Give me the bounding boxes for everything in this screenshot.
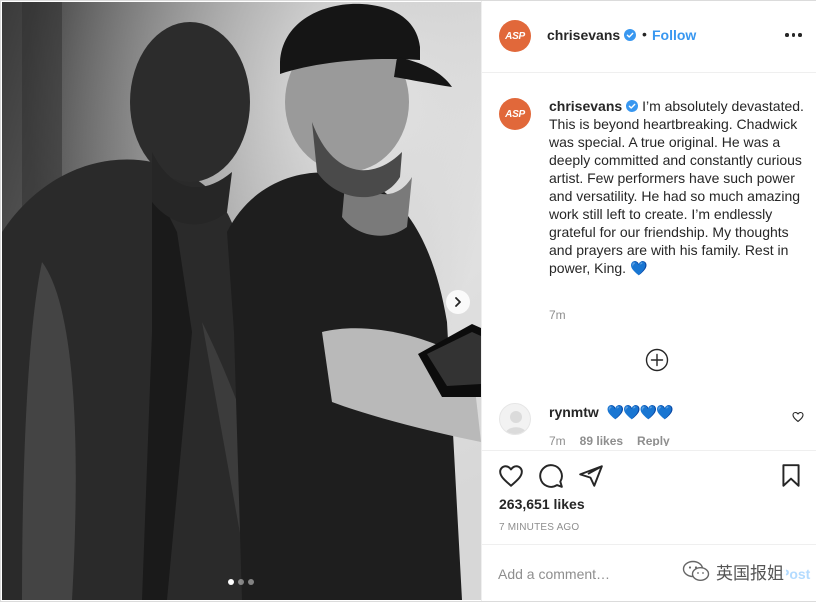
comment-avatar[interactable] [499,403,531,435]
carousel-indicator [228,579,254,585]
header-username-text: chrisevans [547,27,621,43]
watermark-overlay: 英国报姐 [680,557,786,585]
caption-username[interactable]: chrisevans [549,98,622,114]
comment-likes-count[interactable]: 89 likes [580,434,623,446]
photo-illustration [2,2,481,600]
caption-avatar-text: ASP [505,108,525,120]
post-side-panel: ASP chrisevans • Follow ASP chrisevans I… [481,1,816,601]
instagram-post: ASP chrisevans • Follow ASP chrisevans I… [0,0,816,602]
carousel-dot-active [228,579,234,585]
carousel-dot [238,579,244,585]
comment-icon[interactable] [538,463,564,489]
comment-text: 💙💙💙💙 [606,404,674,420]
verified-badge-icon [624,29,637,41]
follow-button[interactable]: Follow [652,27,696,43]
header-username[interactable]: chrisevans [547,27,637,43]
load-more-comments-icon[interactable] [645,348,669,372]
bookmark-icon[interactable] [778,463,804,489]
comment-meta: 7m 89 likes Reply [549,434,670,446]
carousel-dot [248,579,254,585]
comment-like-icon[interactable] [792,411,804,423]
comment-timestamp[interactable]: 7m [549,434,566,446]
avatar-logo-text: ASP [505,30,525,42]
share-icon[interactable] [578,463,604,489]
post-header: ASP chrisevans • Follow [482,1,816,73]
caption-text: I’m absolutely devastated. This is beyon… [549,98,804,276]
blue-heart-emoji: 💙 [629,260,648,276]
post-caption: chrisevans I’m absolutely devastated. Th… [549,97,807,277]
caption-timestamp[interactable]: 7m [549,308,566,322]
next-slide-button[interactable] [446,290,470,314]
add-comment-bar: Post 英国报姐 [482,544,816,601]
profile-avatar[interactable]: ASP [499,20,531,52]
heart-icon[interactable] [498,463,524,489]
post-actions: 263,651 likes 7 MINUTES AGO Post 英国报姐 [482,450,816,601]
default-avatar-icon [505,411,527,434]
post-photo[interactable] [2,2,481,600]
watermark-text: 英国报姐 [716,563,784,584]
comment-username[interactable]: rynmtw [549,404,599,420]
wechat-logo-icon [682,560,710,582]
header-separator: • [642,26,647,42]
caption-avatar[interactable]: ASP [499,98,531,130]
chevron-right-icon [455,297,461,307]
more-options-icon[interactable] [785,33,802,37]
post-likes-count[interactable]: 263,651 likes [499,496,585,512]
comment-body: rynmtw 💙💙💙💙 [549,403,674,421]
comment-reply-button[interactable]: Reply [637,434,670,446]
post-timestamp[interactable]: 7 MINUTES AGO [499,522,579,533]
verified-badge-icon [626,100,639,112]
